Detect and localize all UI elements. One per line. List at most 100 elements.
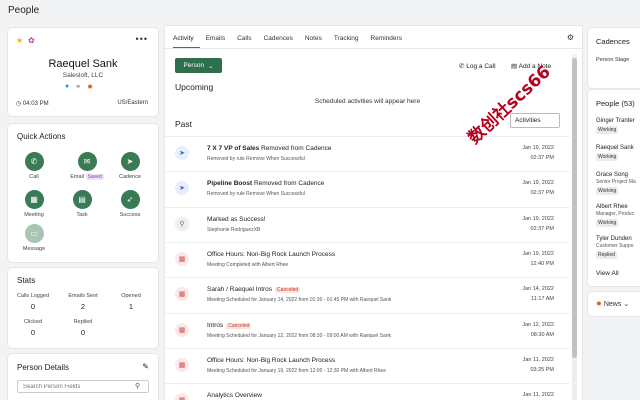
people-list-item[interactable]: Ginger Tranter Working xyxy=(596,118,635,134)
people-panel: People (53) Ginger Tranter Working Raeque… xyxy=(588,90,640,286)
chevron-down-icon: ⌄ xyxy=(208,62,214,70)
people-title: People (53) xyxy=(596,99,635,108)
person-fields-search-input[interactable] xyxy=(17,380,149,393)
tab-calls[interactable]: Calls xyxy=(237,35,257,48)
more-options-icon[interactable]: ••• xyxy=(136,34,148,44)
stat-opened: Opened 1 xyxy=(121,293,141,311)
activity-title: Analytics Overview xyxy=(207,392,262,400)
activity-time: 08:30 AM xyxy=(530,331,554,338)
news-header[interactable]: ✸ News ⌄ xyxy=(596,300,629,308)
stats-title: Stats xyxy=(17,276,36,285)
activity-date: Jan 19, 2022 xyxy=(522,215,554,222)
award-icon: ✿ xyxy=(28,36,35,45)
meeting-button[interactable]: ▦ Meeting xyxy=(14,190,54,218)
scrollbar-thumb[interactable] xyxy=(572,58,577,358)
calendar-icon: ▦ xyxy=(24,190,44,209)
phone-icon: ✆ xyxy=(459,63,465,70)
activities-filter-button[interactable]: Activities xyxy=(510,113,560,128)
past-title: Past xyxy=(175,119,193,129)
tab-notes[interactable]: Notes xyxy=(305,35,328,48)
link-icon[interactable]: ⚭ xyxy=(75,83,81,91)
stat-calls-logged: Calls Logged 0 xyxy=(16,293,50,311)
clipboard-icon: ▤ xyxy=(72,190,92,209)
person-details-title: Person Details xyxy=(17,363,70,372)
person-filter-button[interactable]: Person ⌄ xyxy=(175,58,222,73)
activity-row[interactable]: ▦ Office Hours: Non-Big Rock Launch Proce… xyxy=(165,241,570,277)
tab-activity[interactable]: Activity xyxy=(173,35,200,48)
activity-date: Jan 11, 2022 xyxy=(522,392,554,399)
activity-time: 02:37 PM xyxy=(530,225,554,232)
quick-actions-title: Quick Actions xyxy=(17,132,66,141)
activity-row[interactable]: ▦ Analytics Overview Jan 11, 2022 xyxy=(165,383,570,400)
activity-time: 03:25 PM xyxy=(530,366,554,373)
social-links: ● ⚭ ✸ xyxy=(65,83,93,91)
cadence-icon: ➤ xyxy=(175,181,189,196)
activity-date: Jan 11, 2022 xyxy=(522,356,554,363)
chevron-down-icon: ⌄ xyxy=(623,301,630,308)
activity-row[interactable]: ▦ Office Hours: Non-Big Rock Launch Proce… xyxy=(165,347,570,383)
activity-row[interactable]: ⚲ Marked as Success! Stephanie RodriguezXB… xyxy=(165,206,570,242)
stat-replied: Replied 0 xyxy=(73,319,93,337)
activity-time: 12:40 PM xyxy=(530,260,554,267)
success-button[interactable]: ➶ Success xyxy=(110,190,150,218)
activity-title: Office Hours: Non-Big Rock Launch Proces… xyxy=(207,250,336,258)
activity-title: Pipeline Boost Removed from Cadence xyxy=(207,180,325,188)
gear-icon[interactable]: ⚙ xyxy=(567,33,574,42)
people-list-item[interactable]: Tyler Dunden Customer Suppo Replied xyxy=(596,236,634,259)
activity-title: Marked as Success! xyxy=(207,215,266,223)
stats-panel: Stats Calls Logged 0 Emails Sent 2 Opened 1… xyxy=(8,268,158,348)
activity-subtitle: Meeting Scheduled for January 19, 2022 f… xyxy=(207,367,386,374)
local-time: ◷ 04:03 PM xyxy=(16,101,49,107)
activity-subtitle: Meeting Scheduled for January 12, 2022 f… xyxy=(207,332,392,339)
people-list-item[interactable]: Grace Song Senior Project Ma Working xyxy=(596,172,636,195)
message-icon: ▭ xyxy=(24,224,44,243)
email-button[interactable]: ✉ Email Saved xyxy=(62,152,112,180)
activity-tabs: Activity Emails Calls Cadences Notes Tra… xyxy=(173,35,414,48)
activity-row[interactable]: ➤ 7 X 7 VP of Sales Removed from Cadence R… xyxy=(165,136,570,171)
activity-row[interactable]: ▦ Sarah / Raequel Intros Canceled Meeting S… xyxy=(165,277,570,312)
activity-row[interactable]: ➤ Pipeline Boost Removed from Cadence Remo… xyxy=(165,171,570,206)
person-name: Raequel Sank xyxy=(48,58,118,70)
activity-row[interactable]: ▦ Intros Canceled Meeting Scheduled for Jan… xyxy=(165,312,570,348)
paper-plane-icon: ➤ xyxy=(120,152,140,171)
activity-title: Office Hours: Non-Big Rock Launch Proces… xyxy=(207,356,336,364)
cadence-button[interactable]: ➤ Cadence xyxy=(110,152,150,180)
crm-icon[interactable]: ✸ xyxy=(87,83,93,91)
search-icon: ⚲ xyxy=(135,383,141,390)
person-company[interactable]: Salesloft, LLC xyxy=(8,72,158,79)
task-button[interactable]: ▤ Task xyxy=(62,190,102,218)
person-stage-label: Person Stage xyxy=(596,57,630,63)
view-all-link[interactable]: View All xyxy=(596,270,619,277)
twitter-icon[interactable]: ● xyxy=(65,83,69,91)
edit-pencil-icon[interactable]: ✎ xyxy=(142,362,149,371)
activity-time: 11:17 AM xyxy=(531,296,554,303)
news-icon: ✸ xyxy=(596,301,602,308)
tab-reminders[interactable]: Reminders xyxy=(371,35,408,48)
tabs-divider xyxy=(165,48,582,49)
canceled-badge: Canceled xyxy=(226,322,252,329)
activity-subtitle: Meeting Scheduled for January 14, 2022 f… xyxy=(207,297,392,304)
page-title: People xyxy=(8,5,40,16)
tab-cadences[interactable]: Cadences xyxy=(264,35,299,48)
rocket-icon: ➶ xyxy=(120,190,140,209)
people-list-item[interactable]: Albert Rhee Manager, Produc Working xyxy=(596,204,634,227)
phone-icon: ✆ xyxy=(24,152,44,171)
tab-emails[interactable]: Emails xyxy=(206,35,232,48)
envelope-icon: ✉ xyxy=(77,152,97,171)
news-panel[interactable]: ✸ News ⌄ xyxy=(588,292,640,316)
activity-subtitle: Removed by rule Remove When Successful xyxy=(207,156,305,162)
canceled-badge: Canceled xyxy=(275,287,301,294)
tab-tracking[interactable]: Tracking xyxy=(334,35,365,48)
star-icon[interactable]: ★ xyxy=(16,36,23,45)
call-button[interactable]: ✆ Call xyxy=(14,152,54,180)
quick-actions-panel: Quick Actions ✆ Call ✉ Email Saved ➤ Cad… xyxy=(8,124,158,262)
people-list-item[interactable]: Raequel Sank Working xyxy=(596,145,634,161)
cadences-panel: Cadences Person Stage xyxy=(588,28,640,88)
person-details-panel: Person Details ✎ ⚲ xyxy=(8,354,158,400)
message-button[interactable]: ▭ Message xyxy=(14,224,54,252)
activity-subtitle: Removed by rule Remove When Successful xyxy=(207,191,305,198)
log-call-button[interactable]: ✆ Log a Call xyxy=(459,62,496,70)
stat-emails-sent: Emails Sent 2 xyxy=(68,293,98,311)
note-icon: ▤ xyxy=(511,63,518,70)
activity-time: 02:37 PM xyxy=(530,190,554,197)
